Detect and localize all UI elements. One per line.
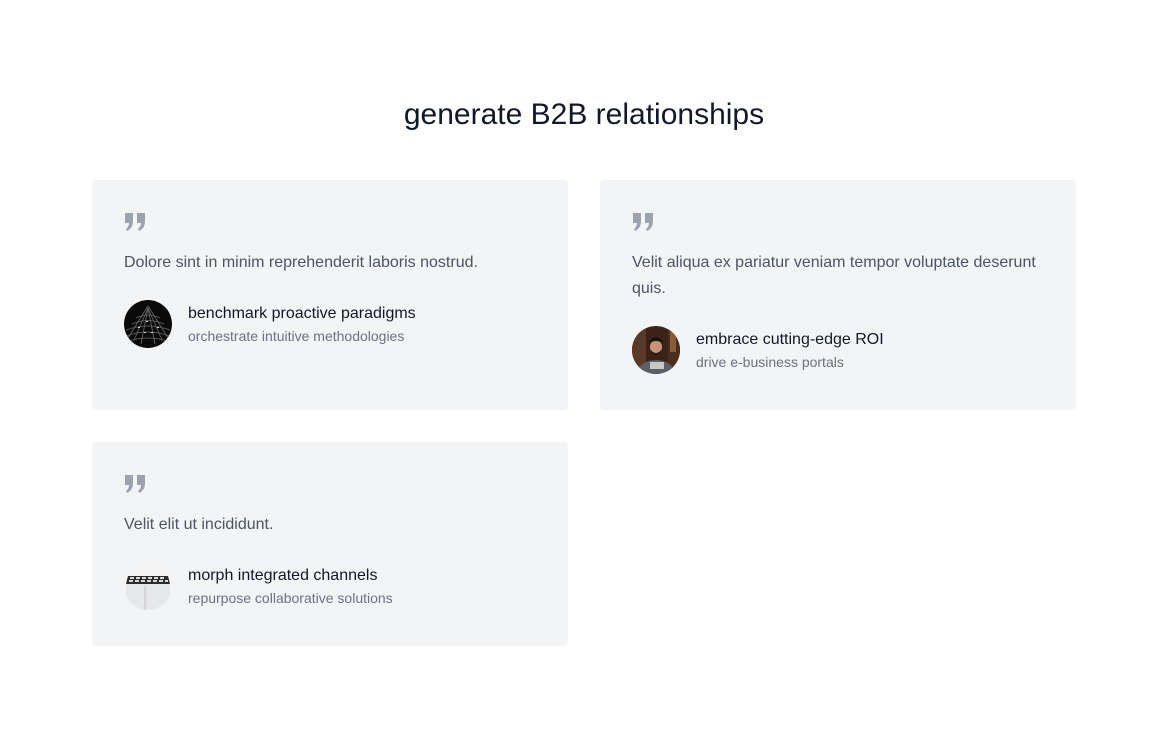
laptop-photo-icon	[124, 562, 172, 610]
testimonial-card: Velit aliqua ex pariatur veniam tempor v…	[600, 180, 1076, 410]
keyboard-photo-icon	[124, 300, 172, 348]
testimonial-author: benchmark proactive paradigms orchestrat…	[124, 300, 536, 348]
author-name: benchmark proactive paradigms	[188, 304, 416, 322]
avatar	[632, 326, 680, 374]
quote-icon	[125, 475, 145, 493]
author-role: drive e-business portals	[696, 353, 844, 370]
testimonial-quote: Velit elit ut incididunt.	[124, 516, 274, 533]
testimonial-quote: Velit aliqua ex pariatur veniam tempor v…	[632, 254, 1036, 297]
quote-icon	[633, 213, 653, 231]
section-title: generate B2B relationships	[403, 98, 765, 131]
testimonials-section: generate B2B relationships Dolore sint i…	[0, 0, 1168, 742]
author-role: orchestrate intuitive methodologies	[188, 327, 405, 344]
testimonial-author: embrace cutting-edge ROI drive e-busines…	[632, 326, 1044, 374]
testimonial-card: Dolore sint in minim reprehenderit labor…	[92, 180, 568, 410]
avatar	[124, 300, 172, 348]
author-name: embrace cutting-edge ROI	[696, 330, 884, 348]
quote-icon	[125, 213, 145, 231]
testimonial-card: Velit elit ut incididunt. morph integrat…	[92, 442, 568, 646]
author-name: morph integrated channels	[188, 566, 378, 584]
author-role: repurpose collaborative solutions	[188, 589, 393, 606]
testimonial-author: morph integrated channels repurpose coll…	[124, 562, 536, 610]
avatar	[124, 562, 172, 610]
testimonial-quote: Dolore sint in minim reprehenderit labor…	[124, 254, 478, 271]
person-photo-icon	[632, 326, 680, 374]
